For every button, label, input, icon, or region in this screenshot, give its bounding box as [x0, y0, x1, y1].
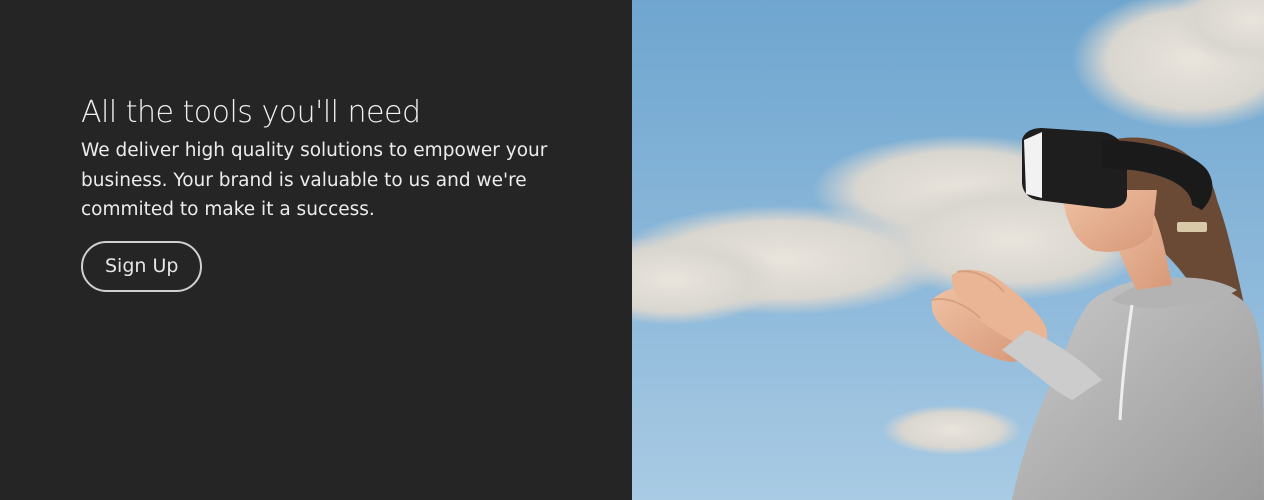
- hero-description: We deliver high quality solutions to emp…: [81, 140, 548, 220]
- hero-content: All the tools you'll need We deliver hig…: [81, 94, 551, 292]
- hero-image-panel: [632, 0, 1264, 500]
- sign-up-button[interactable]: Sign Up: [81, 240, 203, 292]
- hero-title: All the tools you'll need: [81, 95, 421, 130]
- hero-text-panel: All the tools you'll need We deliver hig…: [0, 0, 632, 500]
- hero-section: All the tools you'll need We deliver hig…: [0, 0, 1264, 500]
- vr-headset-woman-photo: [632, 0, 1264, 500]
